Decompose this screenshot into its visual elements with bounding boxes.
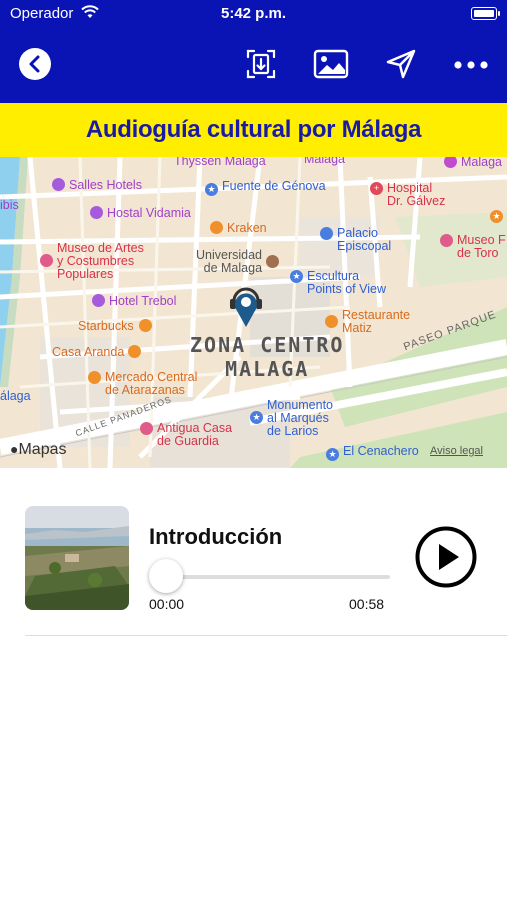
map-label: Mercado Central de Atarazanas [88,371,197,397]
map-label: Malaga [304,157,345,166]
time-total: 00:58 [349,596,385,612]
clock: 5:42 p.m. [220,5,287,22]
page-title: Audioguía cultural por Málaga [85,116,422,143]
navigate-button[interactable] [381,46,421,86]
museum-icon [40,254,53,267]
map-poi: ★ [490,207,507,223]
map-label-text: Starbucks [78,319,134,333]
maps-attribution: ●Mapas [10,441,67,459]
district-line: ZONA CENTRO [190,333,345,357]
map-label: Hostal Vidamia [90,206,191,220]
restaurant-icon [325,315,338,328]
market-icon [88,371,101,384]
map-label-text: El Cenachero [343,444,419,458]
back-button[interactable] [15,46,55,86]
hotel-icon [92,294,105,307]
star-icon: ★ [250,411,263,424]
map-label: Universidad de Malaga [196,249,283,275]
gallery-button[interactable] [311,46,351,86]
back-icon [18,47,52,86]
map-label: Antigua Casa de Guardia [140,422,232,448]
audio-location-pin[interactable] [226,281,266,331]
restaurant-icon [210,221,223,234]
more-button[interactable] [451,46,491,86]
map-label: ★ Monumento al Marqués de Larios [250,399,333,438]
restaurant-icon [128,345,142,358]
map-label: Thyssen Malaga [174,157,266,168]
track-thumbnail [25,506,129,610]
star-icon: ★ [290,270,303,283]
map-label: + Hospital Dr. Gálvez [370,182,445,208]
map-label: Restaurante Matiz [325,309,410,335]
star-icon: ★ [326,448,339,461]
map-label-text: Hostal Vidamia [107,206,191,220]
star-icon: ★ [490,210,503,223]
map-label-text: Mercado Central de Atarazanas [105,370,198,397]
play-icon [415,526,477,592]
map-label: Hotel Trebol [92,294,176,308]
status-bar: Operador 5:42 p.m. [0,0,507,28]
track-title: Introducción [149,524,283,549]
map-label-text: Malaga [461,157,502,169]
map-label-text: Escultura Points of View [307,269,386,296]
wine-icon [140,422,153,435]
map-label: ibis [0,198,19,212]
map-label: Museo F de Toro [440,234,506,260]
more-icon [453,57,489,75]
map-label: álaga [0,389,31,403]
top-bar: Operador 5:42 p.m. [0,0,507,103]
map-label-text: Casa Aranda [52,345,125,359]
map-label: Kraken [210,221,267,235]
map-label: ★ Fuente de Génova [205,180,326,196]
map-label-text: Salles Hotels [69,178,142,192]
map-label: Salles Hotels [52,178,142,192]
school-icon [266,255,280,268]
map-label: Casa Aranda [52,345,145,359]
nav-bar [0,40,507,90]
museum-icon [320,227,333,240]
map-label-text: Antigua Casa de Guardia [157,421,233,448]
location-arrow-icon [385,48,417,85]
map-label-text: Restaurante Matiz [342,308,411,335]
map-label: Palacio Episcopal [320,227,391,253]
audio-track-card: Introducción 00:00 00:58 [0,490,507,636]
star-icon: ★ [205,183,218,196]
progress-track[interactable] [165,575,390,579]
map-label: Museo de Artes y Costumbres Populares [40,242,144,281]
map-label-text: Hotel Trebol [109,294,177,308]
fullscreen-icon [244,47,278,86]
progress-knob[interactable] [149,559,183,593]
play-button[interactable] [415,526,477,588]
hospital-icon: + [370,182,383,195]
map-label-text: Palacio Episcopal [337,226,392,253]
poi-icon [444,157,457,168]
map-label: Malaga [444,157,502,169]
image-icon [313,48,349,85]
guide-title-banner: Audioguía cultural por Málaga [0,103,507,157]
map-label: ★ Escultura Points of View [290,270,386,296]
map-label: Starbucks [78,319,156,333]
map-label-text: Museo de Artes y Costumbres Populares [57,241,144,281]
map-label-text: Hospital Dr. Gálvez [387,181,446,208]
battery-icon [471,7,500,20]
maps-logo-text: Mapas [18,441,67,458]
map-label-text: Monumento al Marqués de Larios [267,398,334,438]
map-label-text: Fuente de Génova [222,179,326,193]
legal-link[interactable]: Aviso legal [430,445,483,457]
museum-icon [440,234,453,247]
cafe-icon [138,319,152,332]
map-label-text: Kraken [227,221,267,235]
hotel-icon [52,178,65,191]
map-view[interactable]: Thyssen Malaga Malaga Malaga Salles Hote… [0,157,507,468]
fullscreen-button[interactable] [241,46,281,86]
map-label-text: Museo F de Toro [457,233,506,260]
map-label-text: Universidad de Malaga [196,248,263,275]
district-label: ZONA CENTRO MALAGA [190,333,344,381]
hotel-icon [90,206,103,219]
time-elapsed: 00:00 [149,596,185,612]
map-label: ★ El Cenachero [326,445,419,461]
divider [25,635,507,636]
district-line: MALAGA [225,357,310,381]
